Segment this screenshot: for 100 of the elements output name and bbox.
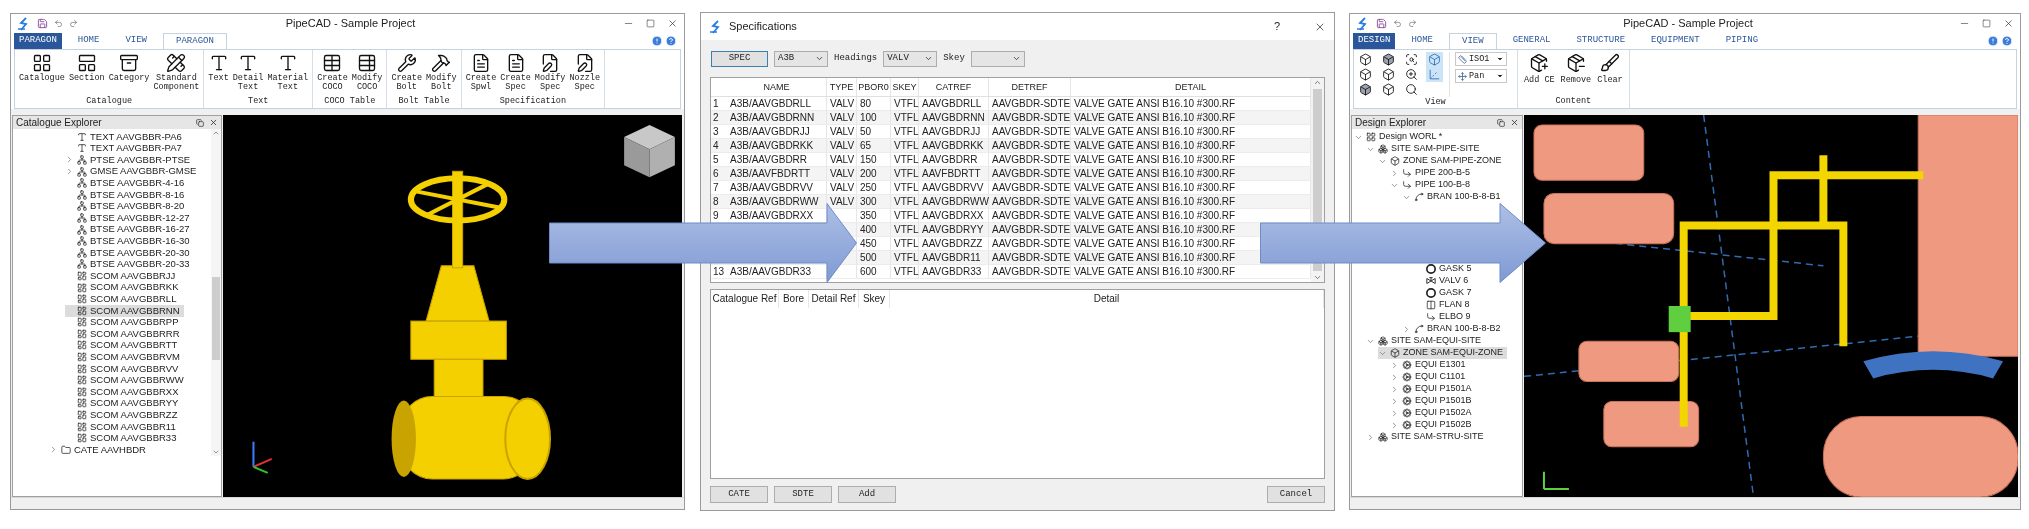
tree-item[interactable]: BTSE AAVGBBR-20-30 (65, 246, 194, 259)
tree-item[interactable]: BTSE AAVGBBR-16-30 (65, 235, 194, 247)
tree-item[interactable]: SCOM AAVGBBRNN (65, 304, 184, 317)
ribbon-button[interactable]: Add CE (1524, 53, 1555, 96)
dialog-button[interactable]: Add (838, 486, 896, 503)
view-tool-button[interactable] (1357, 82, 1374, 97)
column-header[interactable]: Detail (890, 290, 1324, 308)
tree-item[interactable]: SCOM AAVGBBRPP (65, 316, 183, 329)
info-icon[interactable] (651, 35, 663, 47)
maximize-icon[interactable] (646, 19, 655, 28)
tree-item[interactable]: FLAN 8 (1414, 299, 1474, 311)
chevron-right-icon[interactable] (1390, 372, 1399, 382)
ribbon-button[interactable]: Detail Text (231, 53, 265, 96)
spec-button[interactable]: SPEC (711, 50, 768, 67)
save-icon[interactable] (1376, 18, 1387, 29)
tree-item[interactable]: SCOM AAVGBBRVM (65, 351, 184, 363)
chevron-right-icon[interactable] (65, 155, 74, 165)
tree-item[interactable]: SCOM AAVGBBRZZ (65, 409, 182, 421)
tree-item[interactable]: PIPE 100-B-8 (1390, 179, 1475, 191)
tree-item[interactable]: EQUI P1502B (1390, 419, 1476, 431)
chevron-right-icon[interactable] (1390, 408, 1399, 418)
chevron-right-icon[interactable] (1390, 396, 1399, 406)
help-icon[interactable] (665, 35, 677, 47)
save-icon[interactable] (37, 18, 48, 29)
ribbon-button[interactable]: Clear (1597, 53, 1623, 96)
tree-item[interactable]: TEXT AAVGBBR-PA7 (65, 142, 186, 155)
app-menu-tab[interactable]: DESIGN (1353, 33, 1396, 49)
ribbon-button[interactable]: Catalogue (18, 53, 66, 96)
tree-item[interactable]: BTSE AAVGBBR-4-16 (65, 177, 189, 189)
tree-item[interactable]: SCOM AAVGBBRWW (65, 374, 188, 387)
tree-item[interactable]: BTSE AAVGBBR-8-20 (65, 200, 189, 213)
column-header[interactable]: Bore (779, 290, 809, 308)
tree-item[interactable]: EQUI P1501B (1390, 395, 1476, 407)
tree-item[interactable]: SITE SAM-STRU-SITE (1366, 431, 1488, 443)
tree-item[interactable]: BRAN 100-B-8-B2 (1402, 323, 1505, 335)
view-tool-button[interactable] (1357, 52, 1374, 67)
view-cube-icon[interactable] (624, 125, 675, 178)
tree-item[interactable]: EQUI P1502A (1390, 407, 1476, 419)
view-tool-button[interactable] (1403, 52, 1420, 67)
scrollbar-thumb[interactable] (212, 277, 220, 360)
tree-item[interactable]: SCOM AAVGBBRLL (65, 293, 181, 305)
spec-dropdown[interactable]: A3B (774, 50, 828, 67)
chevron-right-icon[interactable] (1402, 324, 1411, 334)
ribbon-tab[interactable]: GENERAL (1502, 33, 1561, 49)
redo-icon[interactable] (69, 19, 78, 28)
ribbon-tab[interactable]: EQUIPMENT (1641, 33, 1710, 49)
redo-icon[interactable] (1408, 19, 1417, 28)
column-header[interactable]: Skey (859, 290, 890, 308)
tree-item[interactable]: TEXT AAVGBBR-PA6 (65, 131, 186, 143)
tree-item[interactable]: PTSE AAVGBBR-PTSE (65, 154, 195, 166)
ribbon-button[interactable]: Create COCO (316, 53, 349, 96)
ribbon-button[interactable]: Category (107, 53, 151, 96)
column-header[interactable]: DETREF (989, 78, 1071, 96)
close-icon[interactable] (667, 18, 678, 29)
column-header[interactable]: PBOR0 (857, 78, 891, 96)
ribbon-tab[interactable]: STRUCTURE (1566, 33, 1636, 49)
chevron-right-icon[interactable] (1390, 168, 1399, 178)
view-tool-button[interactable] (1403, 82, 1420, 97)
skey-dropdown[interactable] (970, 50, 1025, 67)
column-header[interactable]: Detail Ref (809, 290, 859, 308)
close-icon[interactable] (2003, 18, 2014, 29)
scrollbar[interactable] (211, 129, 221, 456)
column-header[interactable]: CATREF (919, 78, 989, 96)
tree-item[interactable]: Design WORL * (1354, 131, 1447, 143)
view-tool-button[interactable] (1380, 52, 1397, 67)
column-header[interactable]: NAME (727, 78, 827, 96)
tree-item[interactable]: GMSE AAVGBBR-GMSE (65, 165, 201, 178)
tree-item[interactable]: EQUI E1301 (1390, 359, 1470, 371)
column-header[interactable]: TYPE (827, 78, 857, 96)
tree-item[interactable]: BTSE AAVGBBR-8-16 (65, 188, 189, 201)
headings-dropdown[interactable]: VALV (883, 50, 938, 67)
tree-item[interactable]: VALV 6 (1414, 275, 1473, 287)
view-tool-button[interactable] (1357, 67, 1374, 82)
tree-item[interactable]: BTSE AAVGBBR-16-27 (65, 223, 194, 236)
scroll-down-icon[interactable] (1313, 273, 1322, 282)
float-icon[interactable] (1497, 118, 1505, 127)
ribbon-button[interactable]: Material Text (266, 53, 310, 96)
tree-item[interactable]: ZONE SAM-EQUI-ZONE (1378, 347, 1507, 359)
ribbon-tab[interactable]: PARAGON (163, 33, 227, 49)
help-button[interactable]: ? (1273, 18, 1280, 35)
tree-item[interactable]: BRAN 100-B-8-B1 (1402, 191, 1505, 203)
tree-item[interactable]: SCOM AAVGBBRRR (65, 328, 184, 340)
tree-item[interactable]: SITE SAM-PIPE-SITE (1366, 143, 1484, 155)
undo-icon[interactable] (54, 19, 63, 28)
ribbon-button[interactable]: Modify COCO (350, 53, 384, 96)
dialog-button[interactable]: SDTE (774, 486, 832, 503)
cancel-button[interactable]: Cancel (1267, 486, 1325, 503)
view-tool-button[interactable] (1380, 82, 1397, 97)
dialog-button[interactable]: CATE (710, 486, 768, 503)
chevron-right-icon[interactable] (1390, 360, 1399, 370)
float-icon[interactable] (196, 118, 204, 127)
ribbon-button[interactable]: Create Spec (499, 53, 532, 96)
tree-item[interactable]: GASK 7 (1414, 287, 1476, 299)
ribbon-tab[interactable]: HOME (1401, 33, 1443, 49)
tree-item[interactable]: EQUI C1101 (1390, 371, 1470, 383)
tree-item[interactable]: SCOM AAVGBBRTT (65, 339, 182, 352)
chevron-right-icon[interactable] (1390, 420, 1399, 430)
tree-item[interactable]: SCOM AAVGBBRXX (65, 386, 183, 398)
undo-icon[interactable] (1393, 19, 1402, 28)
ribbon-button[interactable]: Remove (1560, 53, 1592, 96)
